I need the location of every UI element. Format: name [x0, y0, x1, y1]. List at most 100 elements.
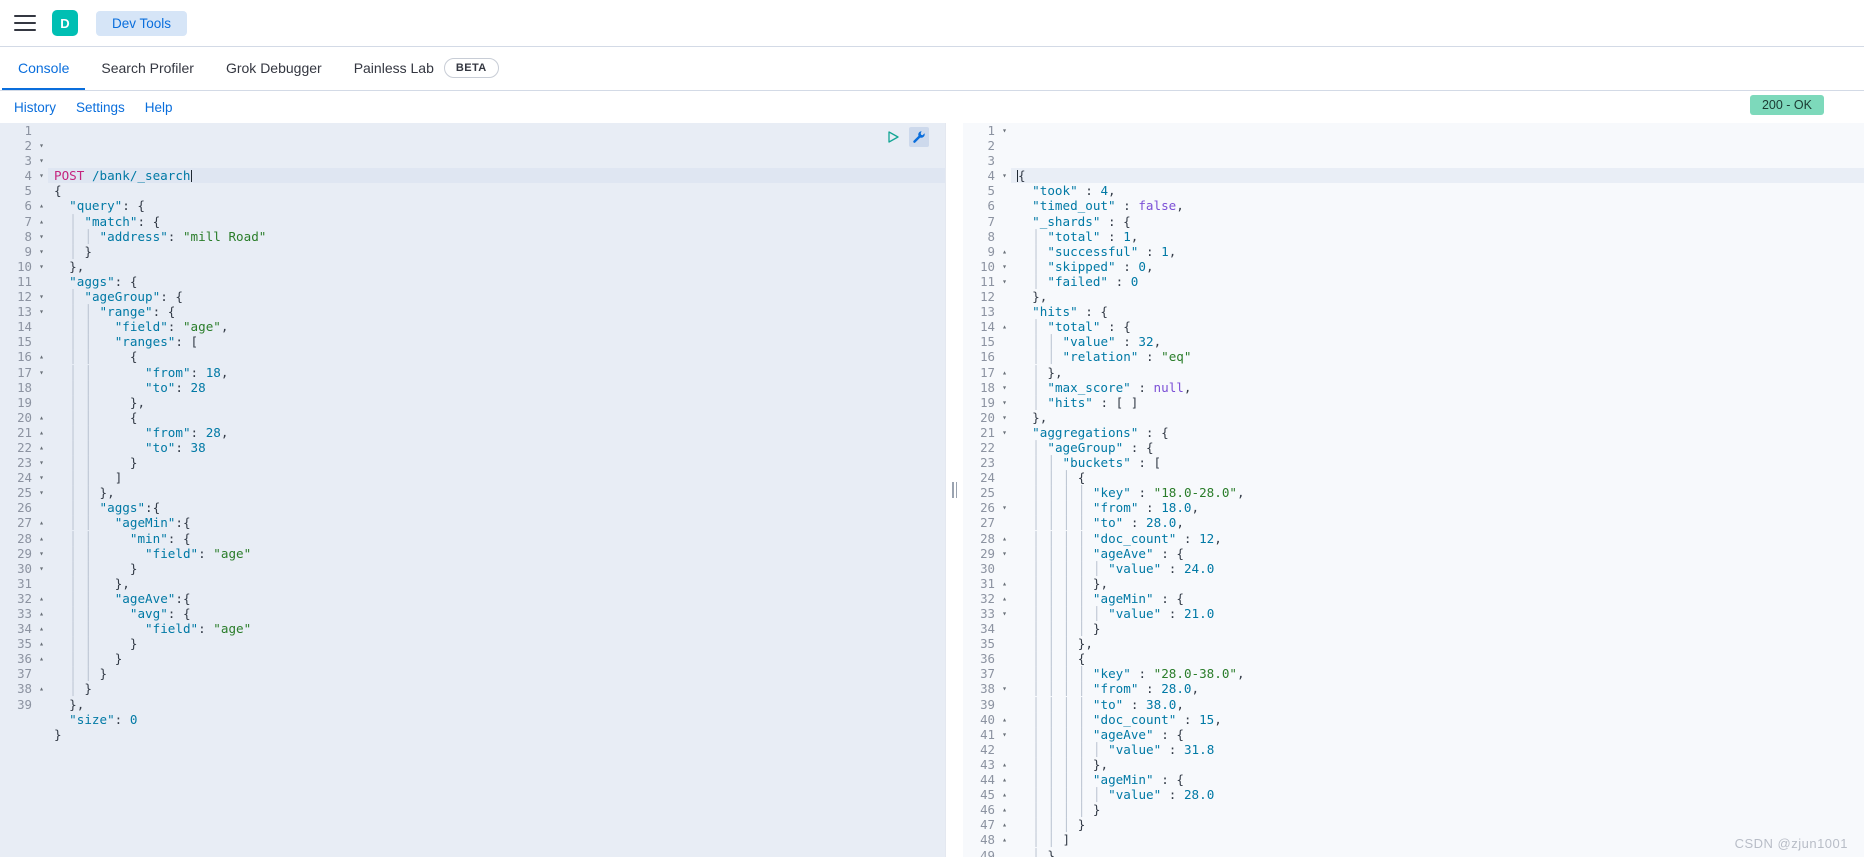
response-line: │ │ │ } — [1032, 817, 1086, 833]
console-toolbar: History Settings Help 200 - OK — [0, 91, 1864, 123]
fold-down-icon[interactable]: ▾ — [1002, 410, 1007, 425]
fold-up-icon[interactable]: ▴ — [39, 198, 44, 213]
fold-up-icon[interactable]: ▴ — [1002, 802, 1007, 817]
fold-down-icon[interactable]: ▾ — [1002, 259, 1007, 274]
response-scrollbar[interactable] — [1859, 123, 1864, 857]
response-line-number: 25 — [980, 485, 995, 501]
response-line-number: 23 — [980, 455, 995, 471]
fold-down-icon[interactable]: ▾ — [1002, 395, 1007, 410]
response-line-number: 18 ▾ — [980, 379, 1007, 395]
request-code[interactable]: POST /bank/_search{ "query": { │ "match"… — [0, 168, 945, 757]
response-line: │ │ │ │ "doc_count" : 12, — [1032, 530, 1222, 546]
avatar[interactable]: D — [52, 10, 78, 36]
fold-up-icon[interactable]: ▴ — [1002, 787, 1007, 802]
fold-up-icon[interactable]: ▴ — [39, 681, 44, 696]
fold-down-icon[interactable]: ▾ — [39, 153, 44, 168]
fold-up-icon[interactable]: ▴ — [1002, 712, 1007, 727]
request-line-number: 26 — [17, 500, 32, 516]
fold-down-icon[interactable]: ▾ — [1002, 168, 1007, 183]
fold-down-icon[interactable]: ▾ — [39, 259, 44, 274]
play-icon[interactable] — [883, 127, 903, 147]
fold-down-icon[interactable]: ▾ — [39, 546, 44, 561]
response-line: │ │ │ │ "to" : 38.0, — [1032, 696, 1184, 712]
wrench-icon[interactable] — [909, 127, 929, 147]
fold-down-icon[interactable]: ▾ — [1002, 380, 1007, 395]
history-link[interactable]: History — [4, 100, 66, 115]
fold-down-icon[interactable]: ▾ — [39, 244, 44, 259]
fold-up-icon[interactable]: ▴ — [39, 621, 44, 636]
beta-badge: BETA — [443, 57, 499, 78]
tab-grok-debugger[interactable]: Grok Debugger — [210, 47, 338, 90]
fold-up-icon[interactable]: ▴ — [39, 531, 44, 546]
fold-up-icon[interactable]: ▴ — [1002, 832, 1007, 847]
request-editor[interactable]: 1 2 ▾ 3 ▾ 4 ▾ 5 6 ▴ 7 ▴ 8 ▾ 9 ▾ 10 ▾ 11 12 ▾ 13 ▾ 14 15 16 ▴ 17 ▾ 18 1… — [0, 123, 945, 857]
request-line-number: 22 ▴ — [17, 439, 44, 455]
fold-up-icon[interactable]: ▴ — [39, 606, 44, 621]
fold-down-icon[interactable]: ▾ — [39, 304, 44, 319]
fold-down-icon[interactable]: ▾ — [39, 470, 44, 485]
request-line-number: 7 ▴ — [24, 213, 44, 229]
request-line: "query": { — [69, 198, 145, 214]
fold-up-icon[interactable]: ▴ — [39, 591, 44, 606]
fold-up-icon[interactable]: ▴ — [39, 410, 44, 425]
help-link[interactable]: Help — [135, 100, 183, 115]
response-line-number: 26 ▾ — [980, 500, 1007, 516]
fold-up-icon[interactable]: ▴ — [1002, 817, 1007, 832]
response-line: │ │ │ }, — [1032, 636, 1093, 652]
request-line: │ │ "address": "mill Road" — [69, 228, 267, 244]
fold-up-icon[interactable]: ▴ — [1002, 319, 1007, 334]
response-line-number: 44 ▴ — [980, 772, 1007, 788]
hamburger-menu-icon[interactable] — [14, 15, 36, 31]
tab-console[interactable]: Console — [2, 47, 86, 90]
tab-grok-debugger-label: Grok Debugger — [225, 59, 322, 76]
fold-down-icon[interactable]: ▾ — [39, 138, 44, 153]
fold-up-icon[interactable]: ▴ — [39, 214, 44, 229]
fold-down-icon[interactable]: ▾ — [1002, 727, 1007, 742]
fold-up-icon[interactable]: ▴ — [1002, 365, 1007, 380]
fold-up-icon[interactable]: ▴ — [1002, 531, 1007, 546]
response-editor[interactable]: 1 ▾ 2 3 4 ▾ 5 6 7 8 9 ▴ 10 ▾ 11 ▾ 12 13 14 ▴ 15 16 17 ▴ 18 ▾ 19 ▾ 20… — [963, 123, 1864, 857]
fold-up-icon[interactable]: ▴ — [39, 349, 44, 364]
fold-down-icon[interactable]: ▾ — [1002, 500, 1007, 515]
response-line-number: 38 ▾ — [980, 681, 1007, 697]
fold-up-icon[interactable]: ▴ — [39, 515, 44, 530]
request-line-number: 11 — [17, 273, 32, 289]
fold-down-icon[interactable]: ▾ — [1002, 123, 1007, 138]
request-line: │ │ { — [69, 409, 138, 425]
request-line-number: 24 ▾ — [17, 470, 44, 486]
request-line-number: 17 ▾ — [17, 364, 44, 380]
fold-up-icon[interactable]: ▴ — [39, 440, 44, 455]
fold-down-icon[interactable]: ▾ — [1002, 606, 1007, 621]
pane-splitter[interactable] — [945, 123, 963, 857]
fold-down-icon[interactable]: ▾ — [39, 168, 44, 183]
settings-link[interactable]: Settings — [66, 100, 135, 115]
fold-down-icon[interactable]: ▾ — [39, 485, 44, 500]
fold-down-icon[interactable]: ▾ — [1002, 274, 1007, 289]
request-line: │ │ "aggs":{ — [69, 500, 161, 516]
fold-down-icon[interactable]: ▾ — [39, 365, 44, 380]
fold-down-icon[interactable]: ▾ — [1002, 546, 1007, 561]
fold-down-icon[interactable]: ▾ — [39, 561, 44, 576]
fold-down-icon[interactable]: ▾ — [1002, 425, 1007, 440]
tab-search-profiler[interactable]: Search Profiler — [85, 47, 210, 90]
response-line-number: 49 — [980, 847, 995, 858]
request-line: │ │ "range": { — [69, 304, 176, 320]
fold-up-icon[interactable]: ▴ — [39, 425, 44, 440]
response-line-number: 14 ▴ — [980, 319, 1007, 335]
fold-up-icon[interactable]: ▴ — [1002, 591, 1007, 606]
fold-up-icon[interactable]: ▴ — [1002, 244, 1007, 259]
fold-down-icon[interactable]: ▾ — [39, 455, 44, 470]
fold-down-icon[interactable]: ▾ — [39, 289, 44, 304]
tab-painless-lab[interactable]: Painless Lab BETA — [338, 47, 515, 90]
breadcrumb[interactable]: Dev Tools — [96, 10, 188, 36]
response-line: │ "max_score" : null, — [1032, 379, 1192, 395]
fold-up-icon[interactable]: ▴ — [1002, 757, 1007, 772]
fold-down-icon[interactable]: ▾ — [1002, 681, 1007, 696]
request-line: │ "match": { — [69, 213, 161, 229]
fold-up-icon[interactable]: ▴ — [39, 651, 44, 666]
fold-up-icon[interactable]: ▴ — [1002, 772, 1007, 787]
response-code[interactable]: { "took" : 4, "timed_out" : false, "_sha… — [963, 168, 1864, 857]
fold-up-icon[interactable]: ▴ — [39, 636, 44, 651]
fold-up-icon[interactable]: ▴ — [1002, 576, 1007, 591]
fold-down-icon[interactable]: ▾ — [39, 229, 44, 244]
